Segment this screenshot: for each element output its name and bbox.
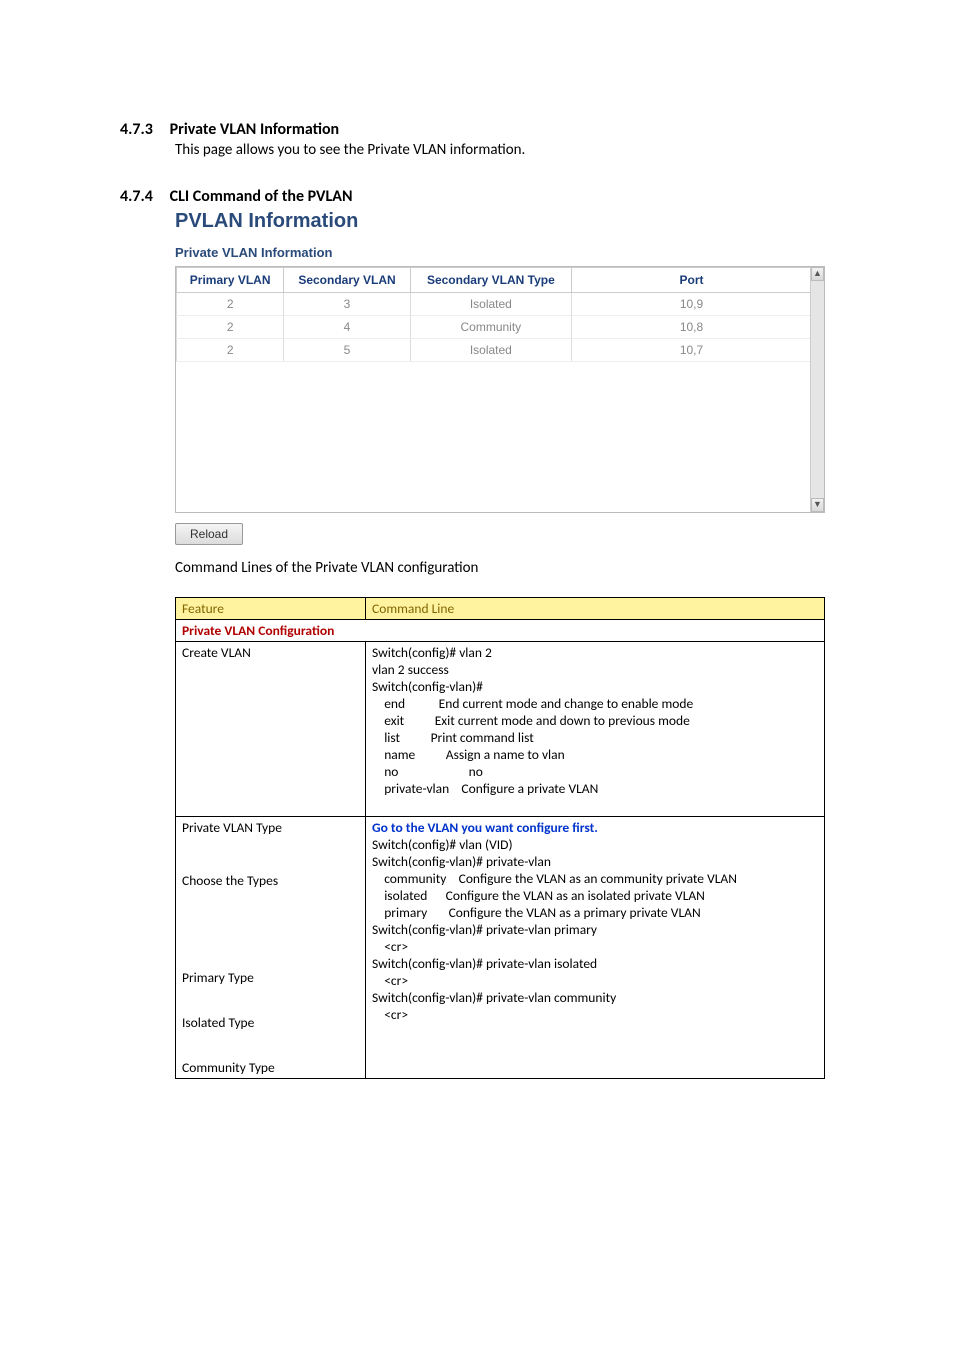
section-title: Private VLAN Information [170,120,340,139]
feature-cell: Create VLAN [176,641,366,816]
command-cell: Go to the VLAN you want configure first.… [366,816,825,1078]
cli-output: Switch(config-vlan)# private-vlan commun… [372,853,818,921]
cell: 10,7 [572,339,812,362]
section-4-7-4-heading: 4.7.4 CLI Command of the PVLAN [120,187,834,206]
section-4-7-3-heading: 4.7.3 Private VLAN Information [120,120,834,139]
col-port: Port [572,268,812,293]
cmd-section-header: Private VLAN Configuration [176,619,825,641]
panel-title: PVLAN Information [175,210,834,233]
reload-button[interactable]: Reload [175,523,243,545]
table-row: Private VLAN Type Choose the Types Prima… [176,816,825,1078]
table-row: 2 4 Community 10,8 [177,316,812,339]
feature-label: Primary Type [182,969,359,986]
scroll-down-icon[interactable]: ▼ [811,498,824,512]
cli-output: Switch(config-vlan)# private-vlan isolat… [372,955,818,989]
feature-label: Private VLAN Type [182,819,359,836]
pvlan-info-table: Primary VLAN Secondary VLAN Secondary VL… [176,267,812,512]
cell: 4 [284,316,410,339]
table-row: 2 5 Isolated 10,7 [177,339,812,362]
pvlan-info-panel: Primary VLAN Secondary VLAN Secondary VL… [175,266,825,513]
panel-subtitle: Private VLAN Information [175,245,834,260]
command-table: Feature Command Line Private VLAN Config… [175,597,825,1079]
feature-label: Isolated Type [182,1014,359,1031]
command-cell: Switch(config)# vlan 2 vlan 2 success Sw… [366,641,825,816]
cli-output: Switch(config-vlan)# private-vlan commun… [372,989,818,1023]
cli-output: Switch(config-vlan)# private-vlan primar… [372,921,818,955]
command-lines-caption: Command Lines of the Private VLAN config… [175,559,834,577]
scroll-up-icon[interactable]: ▲ [811,267,824,281]
cell: 3 [284,293,410,316]
cli-output: Switch(config)# vlan (VID) [372,836,818,853]
cell: 2 [177,293,284,316]
col-secondary-vlan: Secondary VLAN [284,268,410,293]
col-secondary-vlan-type: Secondary VLAN Type [410,268,571,293]
cmd-col-command-line: Command Line [366,597,825,619]
cell: 5 [284,339,410,362]
table-row: 2 3 Isolated 10,9 [177,293,812,316]
cell: Community [410,316,571,339]
feature-label: Choose the Types [182,872,359,889]
cmd-col-feature: Feature [176,597,366,619]
section-number: 4.7.4 [120,187,166,206]
cell: 2 [177,316,284,339]
table-spacer [177,362,812,512]
table-row: Create VLAN Switch(config)# vlan 2 vlan … [176,641,825,816]
section-number: 4.7.3 [120,120,166,139]
feature-label: Community Type [182,1059,359,1076]
hint-text: Go to the VLAN you want configure first. [372,819,598,836]
cell: Isolated [410,339,571,362]
cell: Isolated [410,293,571,316]
cell: 10,8 [572,316,812,339]
col-primary-vlan: Primary VLAN [177,268,284,293]
section-4-7-3-body: This page allows you to see the Private … [175,141,834,159]
section-title: CLI Command of the PVLAN [170,187,353,206]
cell: 10,9 [572,293,812,316]
cell: 2 [177,339,284,362]
feature-cell: Private VLAN Type Choose the Types Prima… [176,816,366,1078]
scrollbar[interactable]: ▲ ▼ [810,267,824,512]
